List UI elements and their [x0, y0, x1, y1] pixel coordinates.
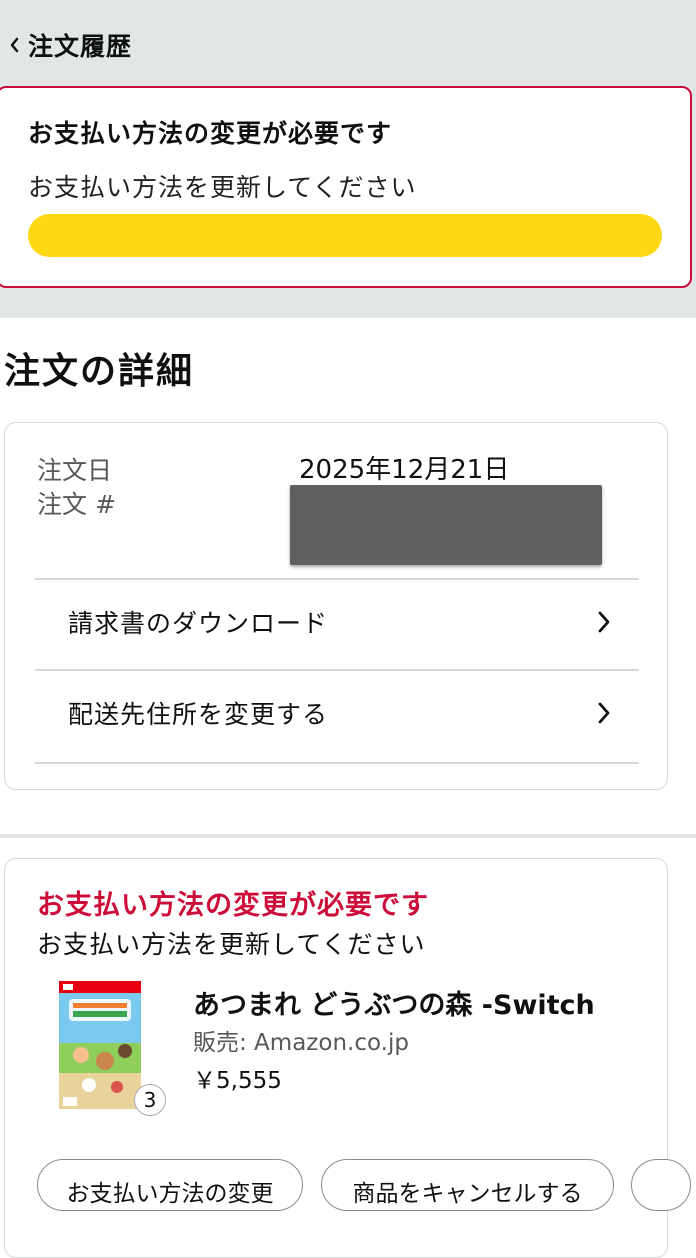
divider — [35, 762, 639, 764]
change-address-label: 配送先住所を変更する — [68, 700, 329, 729]
back-to-order-history[interactable]: 注文履歴 — [0, 22, 132, 68]
chevron-right-icon — [597, 701, 611, 725]
update-payment-button[interactable] — [28, 214, 662, 257]
order-info-card: 注文日 2025年12月21日 注文 # 請求書のダウンロード 配送先住所を変更… — [4, 422, 668, 790]
download-invoice-label: 請求書のダウンロード — [68, 609, 329, 638]
quantity-badge: 3 — [134, 1084, 166, 1116]
payment-alert-banner: お支払い方法の変更が必要です お支払い方法を更新してください — [0, 86, 692, 288]
order-number-redacted — [290, 485, 602, 565]
download-invoice-link[interactable]: 請求書のダウンロード — [35, 578, 639, 666]
section-separator — [0, 834, 696, 838]
cancel-item-button[interactable]: 商品をキャンセルする — [321, 1159, 614, 1211]
shipment-alert-heading: お支払い方法の変更が必要です — [37, 890, 429, 921]
change-address-link[interactable]: 配送先住所を変更する — [35, 669, 639, 757]
product-price: ￥5,555 — [193, 1068, 282, 1094]
product-title[interactable]: あつまれ どうぶつの森 -Switch — [193, 983, 595, 1022]
order-date-label: 注文日 — [37, 456, 113, 485]
page-title: 注文の詳細 — [4, 351, 195, 392]
more-actions-button[interactable] — [631, 1159, 691, 1211]
order-date-value: 2025年12月21日 — [299, 455, 510, 485]
order-number-label: 注文 # — [37, 490, 116, 519]
back-title: 注文履歴 — [28, 32, 133, 61]
product-seller: 販売: Amazon.co.jp — [193, 1030, 409, 1056]
change-payment-button[interactable]: お支払い方法の変更 — [37, 1159, 303, 1211]
alert-heading: お支払い方法の変更が必要です — [28, 119, 393, 148]
shipment-card: お支払い方法の変更が必要です お支払い方法を更新してください 3 あつまれ どう… — [4, 858, 691, 1258]
alert-subtext: お支払い方法を更新してください — [28, 173, 417, 202]
chevron-left-icon — [0, 37, 28, 53]
product-image[interactable] — [59, 981, 141, 1109]
shipment-alert-subtext: お支払い方法を更新してください — [37, 930, 426, 959]
chevron-right-icon — [597, 610, 611, 634]
